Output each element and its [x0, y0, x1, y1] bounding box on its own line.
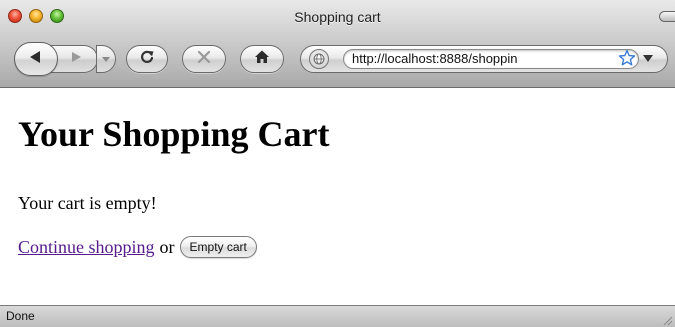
window-title: Shopping cart [294, 9, 381, 25]
browser-chrome: Shopping cart http://localhost:8888/shop… [0, 0, 675, 88]
cart-actions: Continue shopping or Empty cart [18, 235, 257, 259]
history-dropdown-button[interactable] [96, 45, 116, 73]
globe-icon[interactable] [309, 49, 329, 69]
page-content: Your Shopping Cart Your cart is empty! C… [0, 88, 675, 305]
home-icon [254, 49, 270, 70]
stop-button[interactable] [182, 45, 226, 73]
home-button[interactable] [240, 45, 284, 73]
navigation-buttons [14, 42, 116, 76]
status-text: Done [6, 309, 35, 323]
toolbar-toggle-button[interactable] [659, 11, 675, 22]
cart-status-text: Your cart is empty! [18, 193, 157, 213]
empty-cart-button[interactable]: Empty cart [179, 236, 257, 258]
resize-grip-icon[interactable] [661, 313, 673, 326]
stop-icon [197, 50, 211, 69]
continue-shopping-link[interactable]: Continue shopping [18, 235, 155, 259]
page-title: Your Shopping Cart [18, 114, 330, 154]
or-text: or [159, 237, 175, 257]
forward-arrow-icon [69, 50, 83, 69]
browser-window: Shopping cart http://localhost:8888/shop… [0, 0, 675, 327]
address-dropdown-button[interactable] [639, 50, 657, 68]
back-button[interactable] [14, 42, 58, 76]
url-input[interactable]: http://localhost:8888/shoppin [343, 49, 639, 69]
chevron-down-icon [102, 50, 110, 68]
reload-button[interactable] [126, 45, 168, 73]
back-arrow-icon [28, 49, 44, 70]
star-icon[interactable] [617, 48, 637, 68]
address-bar: http://localhost:8888/shoppin [300, 45, 668, 73]
reload-icon [139, 49, 155, 70]
chevron-down-icon [643, 50, 653, 68]
status-bar: Done [0, 305, 675, 327]
